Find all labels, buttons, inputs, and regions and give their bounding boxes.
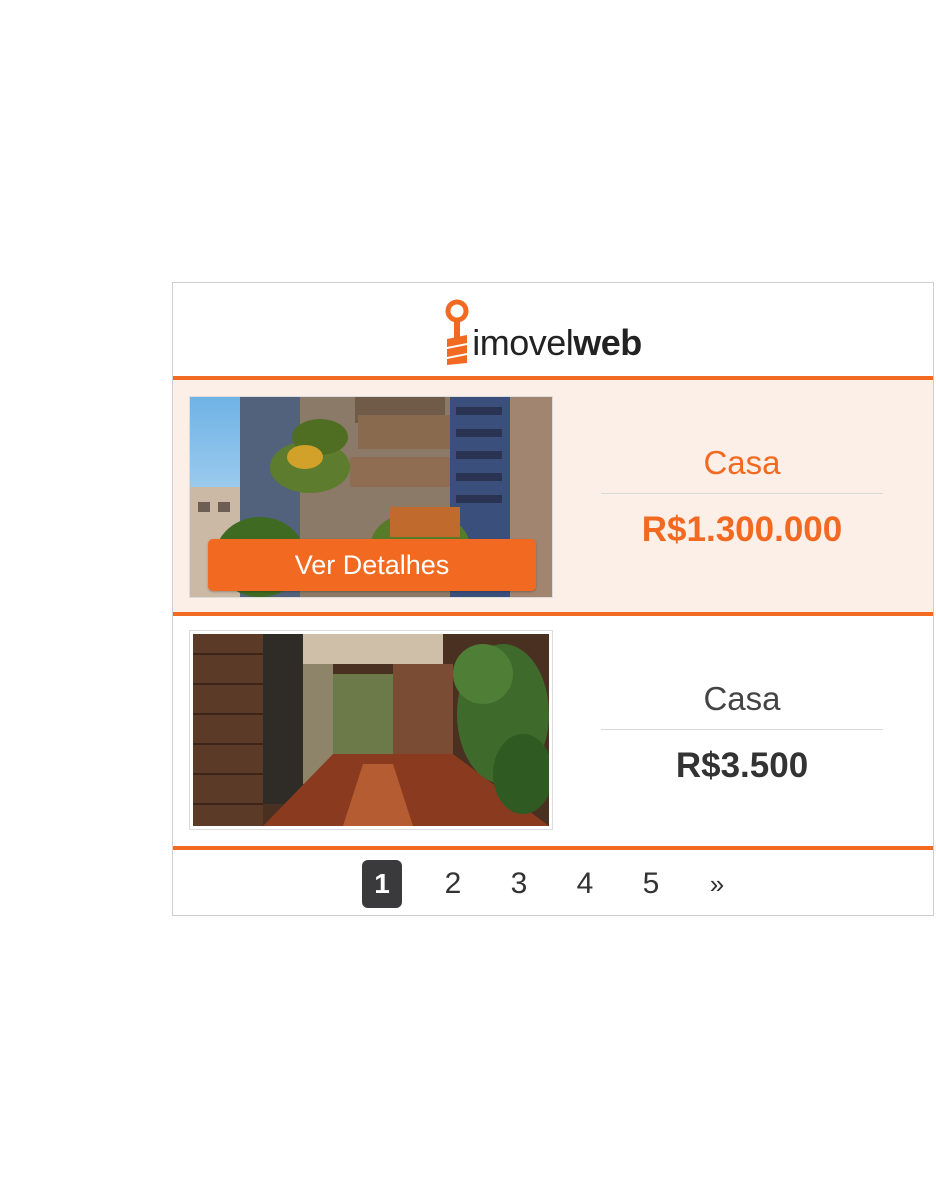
- page-1-button[interactable]: 1: [362, 860, 402, 908]
- page-3-button[interactable]: 3: [492, 867, 546, 901]
- listing-item-1[interactable]: Ver Detalhes Casa R$1.300.000: [173, 380, 933, 612]
- page-4-button[interactable]: 4: [558, 867, 612, 901]
- imovelweb-logo[interactable]: imovelweb: [444, 295, 642, 365]
- property-type: Casa: [601, 682, 883, 730]
- property-price: R$1.300.000: [641, 509, 843, 549]
- pagination: 1 2 3 4 5 »: [173, 851, 933, 917]
- listing-photo-building[interactable]: Ver Detalhes: [189, 396, 553, 598]
- listing-item-2[interactable]: Casa R$3.500: [173, 616, 933, 848]
- page-2-button[interactable]: 2: [426, 867, 480, 901]
- imovelweb-widget: imovelweb Ver Detalhes Casa R$1.300.000 …: [172, 282, 934, 916]
- key-pin-icon: [445, 299, 469, 365]
- listing-photo-interior[interactable]: [189, 630, 553, 830]
- logo-bar: imovelweb: [173, 283, 933, 376]
- property-type: Casa: [601, 446, 883, 494]
- listing-info: Casa R$1.300.000: [601, 380, 883, 612]
- orange-divider: [173, 846, 933, 850]
- ver-detalhes-button[interactable]: Ver Detalhes: [208, 539, 536, 591]
- listing-info: Casa R$3.500: [601, 616, 883, 848]
- logo-wordmark: imovelweb: [472, 321, 642, 363]
- page-5-button[interactable]: 5: [624, 867, 678, 901]
- property-price: R$3.500: [675, 745, 809, 785]
- next-page-button[interactable]: »: [690, 869, 744, 900]
